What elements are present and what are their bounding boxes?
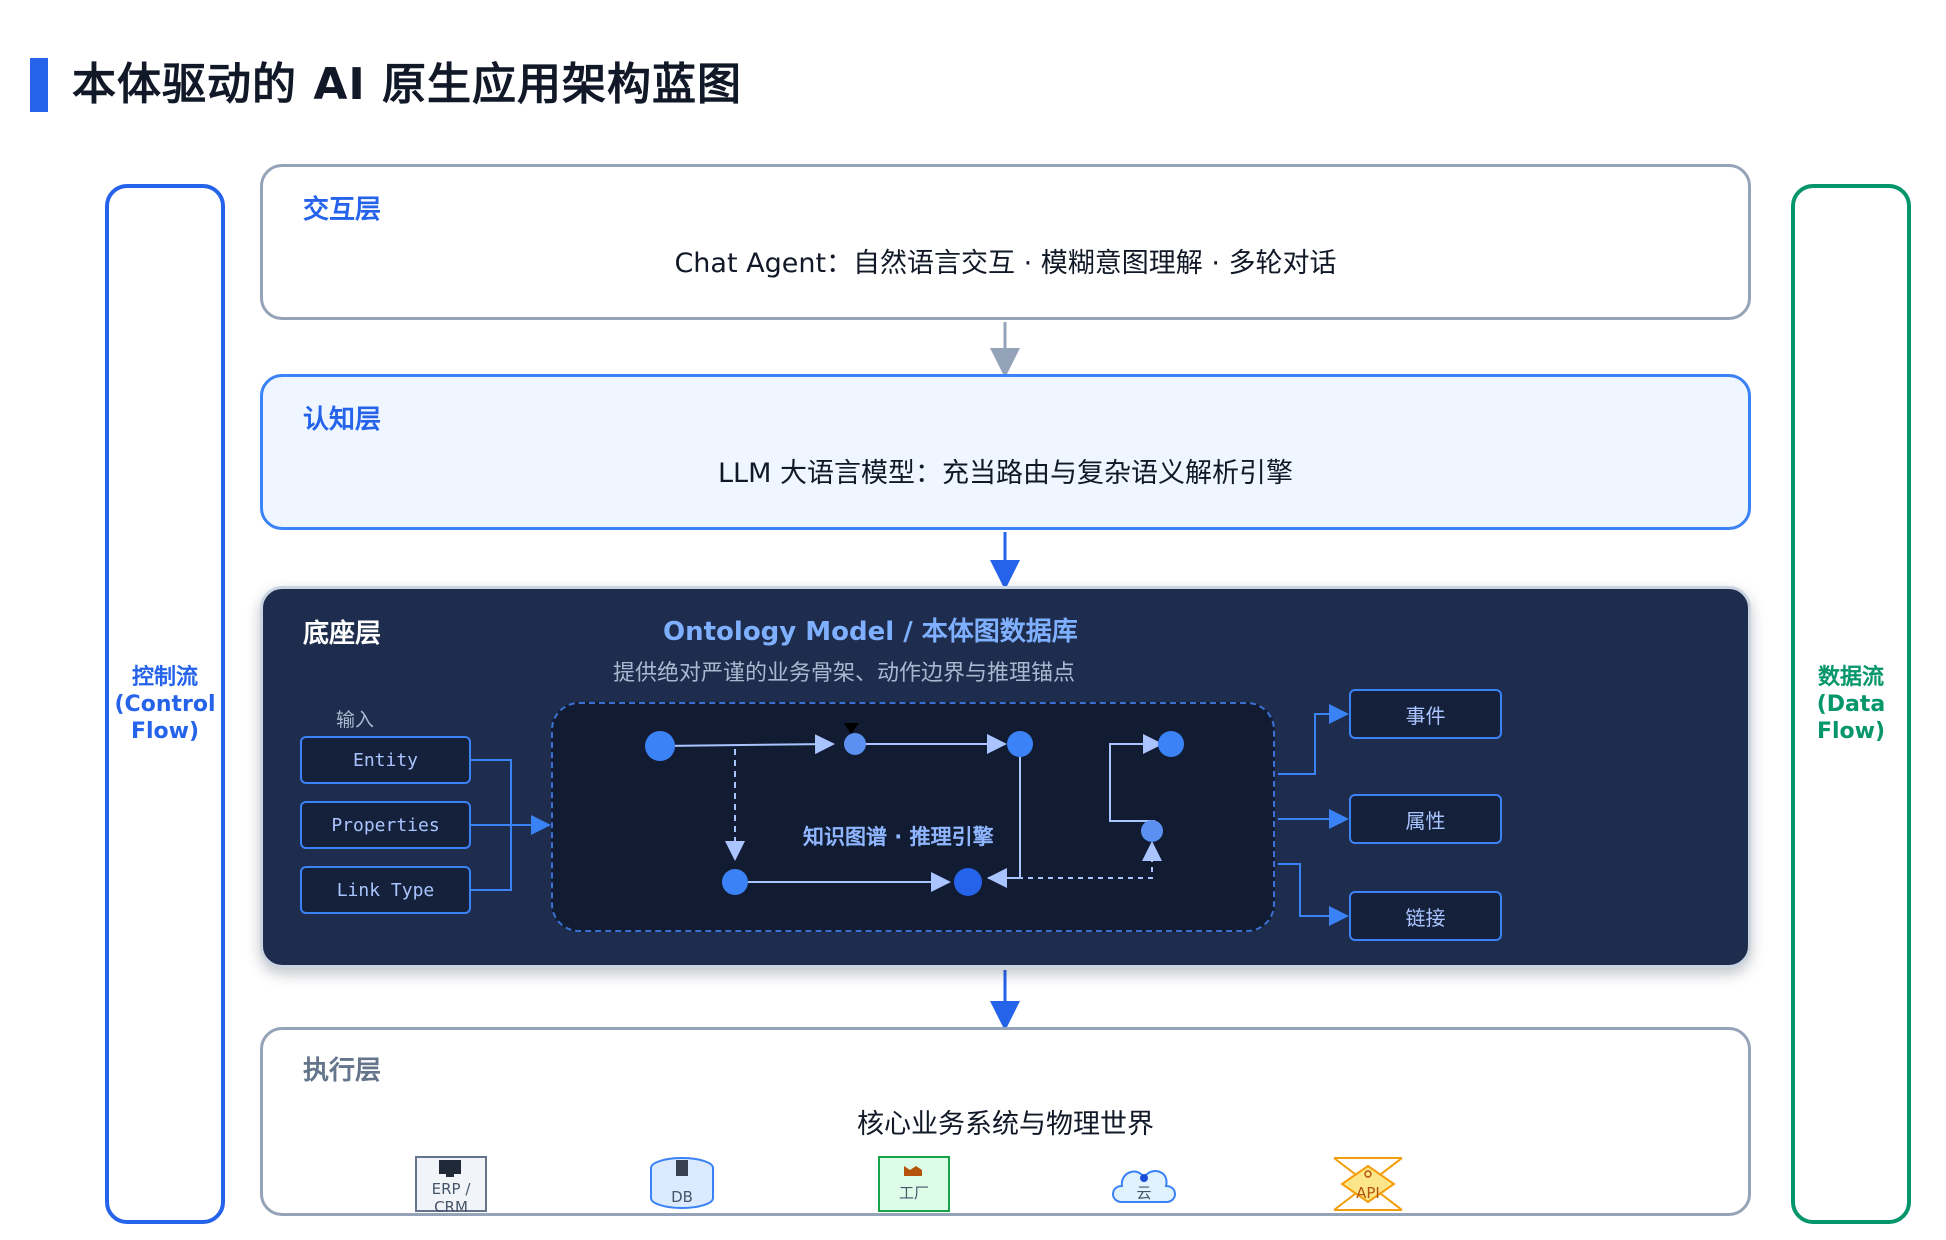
graph-nodes <box>645 723 1184 896</box>
input-entity: Entity <box>300 736 471 784</box>
graph-node <box>645 731 675 761</box>
output-attribute: 属性 <box>1349 794 1502 844</box>
title-accent-bar <box>30 58 48 112</box>
control-flow-label: 控制流 (Control Flow) <box>114 664 216 744</box>
erp-crm-label: ERP / CRM <box>431 1180 471 1216</box>
api-label: API <box>1356 1184 1380 1202</box>
cloud-label: 云 <box>1136 1184 1152 1202</box>
control-flow-panel: 控制流 (Control Flow) <box>105 184 225 1224</box>
graph-node <box>844 733 866 755</box>
factory-icon: 工厂 <box>878 1156 950 1212</box>
execution-layer-text: 核心业务系统与物理世界 <box>857 1109 1154 1140</box>
graph-edges <box>660 734 1163 892</box>
data-flow-label: 数据流 (Data Flow) <box>1816 664 1886 744</box>
graph-node <box>1007 731 1033 757</box>
interaction-layer: 交互层 Chat Agent：自然语言交互 · 模糊意图理解 · 多轮对话 <box>260 164 1751 320</box>
cursor-icon <box>844 723 859 734</box>
page-title: 本体驱动的 AI 原生应用架构蓝图 <box>72 59 743 110</box>
input-properties: Properties <box>300 801 471 849</box>
knowledge-graph-label: 知识图谱 · 推理引擎 <box>803 825 994 849</box>
output-link: 链接 <box>1349 891 1502 941</box>
foundation-layer: 底座层 Ontology Model / 本体图数据库 提供绝对严谨的业务骨架、… <box>260 586 1751 968</box>
input-connector <box>471 759 551 891</box>
cognition-layer: 认知层 LLM 大语言模型：充当路由与复杂语义解析引擎 <box>260 374 1751 530</box>
graph-node <box>954 868 982 896</box>
interaction-layer-text: Chat Agent：自然语言交互 · 模糊意图理解 · 多轮对话 <box>674 248 1337 279</box>
interaction-layer-title: 交互层 <box>303 195 382 225</box>
ontology-graph <box>471 704 1349 926</box>
cognition-layer-text: LLM 大语言模型：充当路由与复杂语义解析引擎 <box>718 458 1293 489</box>
factory-label: 工厂 <box>898 1184 929 1202</box>
api-icon: API <box>1332 1156 1404 1212</box>
output-connectors <box>1278 704 1349 926</box>
graph-node <box>722 869 748 895</box>
db-label: DB <box>671 1188 693 1206</box>
execution-layer: 执行层 核心业务系统与物理世界 ERP / CRM DB 工厂 云 API <box>260 1027 1751 1216</box>
graph-node <box>1141 820 1163 842</box>
database-icon: DB <box>646 1156 718 1212</box>
computer-icon: ERP / CRM <box>415 1156 487 1216</box>
data-flow-panel: 数据流 (Data Flow) <box>1791 184 1911 1224</box>
input-link-type: Link Type <box>300 866 471 914</box>
graph-node <box>1158 731 1184 757</box>
cognition-layer-title: 认知层 <box>303 405 382 435</box>
cloud-icon: 云 <box>1108 1156 1180 1212</box>
execution-layer-title: 执行层 <box>303 1056 382 1086</box>
output-event: 事件 <box>1349 689 1502 739</box>
